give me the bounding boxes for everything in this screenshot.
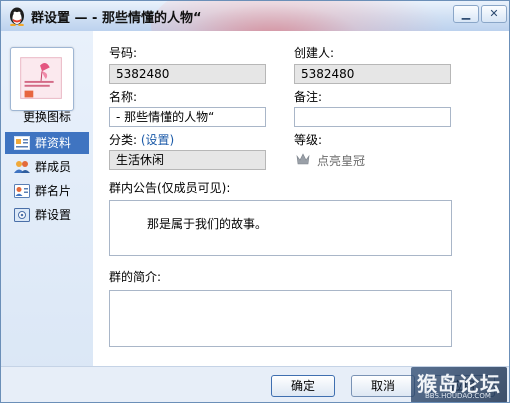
forum-watermark: 猴岛论坛 BBS.HOUDAO.COM [411, 367, 507, 402]
sidebar-item-group-info[interactable]: 群资料 [5, 132, 89, 154]
intro-label: 群的简介: [109, 270, 162, 284]
category-label: 分类: [109, 133, 138, 147]
note-input[interactable] [294, 107, 451, 127]
card-icon [14, 184, 30, 198]
announcement-text: 那是属于我们的故事。 [147, 217, 268, 231]
close-icon: ✕ [489, 7, 499, 20]
group-settings-window: 群设置 — - 那些情懂的人物“ ▁ ✕ 更换图标 群资料 群成员 群名片 群设… [0, 0, 510, 403]
intro-textarea[interactable] [109, 290, 452, 347]
cancel-button[interactable]: 取消 [351, 375, 415, 397]
light-crown-link[interactable]: 点亮皇冠 [317, 152, 365, 169]
minimize-button[interactable]: ▁ [453, 5, 479, 23]
name-label: 名称: [109, 90, 138, 104]
category-settings-link[interactable]: (设置) [141, 133, 174, 147]
group-info-panel: 号码: 5382480 创建人: 5382480 名称: - 那些情懂的人物“ … [93, 31, 509, 366]
category-label-group: 分类: (设置) [109, 131, 174, 148]
group-avatar-image [20, 57, 62, 99]
window-title: 群设置 — - 那些情懂的人物“ [31, 11, 202, 26]
creator-field: 5382480 [294, 64, 451, 84]
number-field: 5382480 [109, 64, 266, 84]
qq-penguin-icon [10, 7, 24, 26]
announcement-label: 群内公告(仅成员可见): [109, 181, 231, 195]
ok-button[interactable]: 确定 [271, 375, 335, 397]
settings-icon [14, 208, 30, 222]
sidebar: 更换图标 群资料 群成员 群名片 群设置 [1, 31, 93, 371]
sidebar-item-label: 群成员 [35, 160, 72, 174]
level-label: 等级: [294, 133, 323, 147]
note-label: 备注: [294, 90, 323, 104]
title-bar[interactable]: 群设置 — - 那些情懂的人物“ ▁ ✕ [1, 1, 509, 31]
group-info-icon [14, 136, 30, 150]
change-icon-link[interactable]: 更换图标 [1, 108, 93, 125]
number-label: 号码: [109, 46, 138, 60]
creator-label: 创建人: [294, 46, 335, 60]
sidebar-item-label: 群名片 [35, 184, 72, 198]
close-button[interactable]: ✕ [481, 5, 507, 23]
sidebar-item-settings[interactable]: 群设置 [5, 204, 89, 226]
name-input[interactable]: - 那些情懂的人物“ [109, 107, 266, 127]
members-icon [14, 161, 30, 173]
announcement-textarea[interactable]: 那是属于我们的故事。 [109, 200, 452, 256]
minimize-icon: ▁ [461, 7, 471, 20]
group-avatar[interactable] [10, 47, 74, 111]
watermark-url: BBS.HOUDAO.COM [425, 392, 491, 400]
sidebar-item-label: 群设置 [35, 208, 72, 222]
sidebar-item-card[interactable]: 群名片 [5, 180, 89, 202]
crown-icon [296, 153, 310, 165]
sidebar-item-members[interactable]: 群成员 [5, 156, 89, 178]
category-field: 生活休闲 [109, 150, 266, 170]
sidebar-item-label: 群资料 [35, 136, 72, 150]
